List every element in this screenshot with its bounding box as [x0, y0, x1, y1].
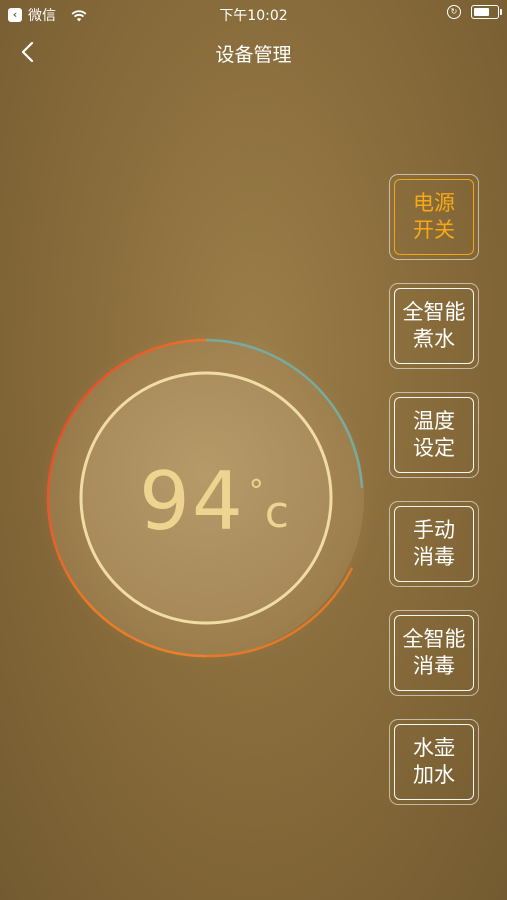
temperature-unit: °c: [249, 474, 289, 538]
power-switch-label: 电源 开关: [394, 179, 474, 255]
kettle-refill-button[interactable]: 水壶 加水: [389, 719, 479, 805]
temperature-setting-button[interactable]: 温度 设定: [389, 392, 479, 478]
degree-symbol: °: [248, 474, 264, 509]
battery-icon: [471, 5, 502, 19]
orientation-lock-icon: ↻: [447, 5, 461, 19]
smart-sterilize-label: 全智能 消毒: [394, 615, 474, 691]
unit-letter: c: [264, 487, 289, 538]
smart-boil-button[interactable]: 全智能 煮水: [389, 283, 479, 369]
smart-sterilize-button[interactable]: 全智能 消毒: [389, 610, 479, 696]
status-time: 下午10:02: [219, 8, 288, 24]
battery-fill: [474, 8, 489, 16]
smart-boil-label: 全智能 煮水: [394, 288, 474, 364]
status-bar: ‹ 微信 下午10:02 ↻: [0, 0, 507, 28]
kettle-refill-label: 水壶 加水: [394, 724, 474, 800]
temperature-setting-label: 温度 设定: [394, 397, 474, 473]
page-title: 设备管理: [215, 44, 292, 66]
status-right: ↻: [447, 5, 502, 19]
nav-bar: 设备管理: [0, 28, 507, 76]
manual-sterilize-label: 手动 消毒: [394, 506, 474, 582]
temperature-value: 94: [139, 455, 245, 548]
temperature-readout: 94 °c: [44, 455, 384, 548]
manual-sterilize-button[interactable]: 手动 消毒: [389, 501, 479, 587]
power-switch-button[interactable]: 电源 开关: [389, 174, 479, 260]
